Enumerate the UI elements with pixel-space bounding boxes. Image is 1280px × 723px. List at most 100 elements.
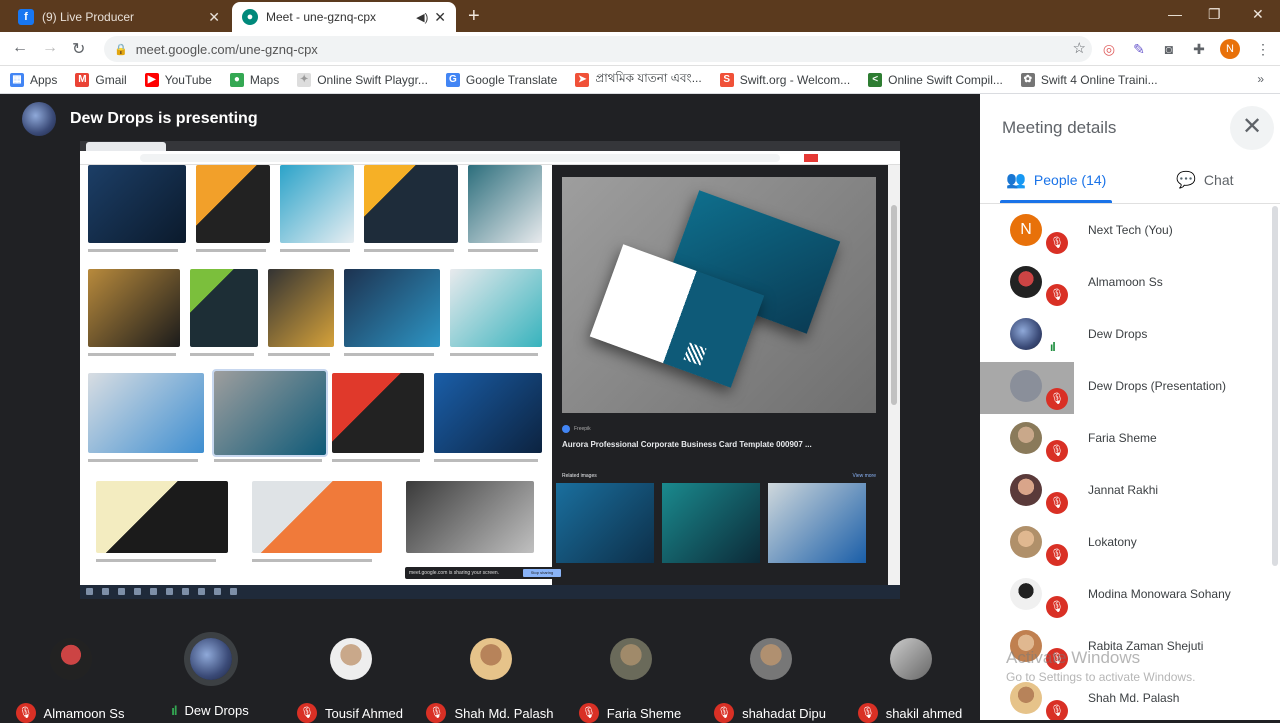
participant-tile[interactable]: 🎙 Tousif Ahmed: [280, 622, 420, 723]
list-item[interactable]: 🎙 Dew Drops (Presentation): [980, 362, 1280, 414]
avatar: [1010, 682, 1042, 714]
participant-tile[interactable]: ıl Dew Drops: [140, 622, 280, 718]
mic-off-icon: 🎙: [1046, 440, 1068, 462]
close-tab-icon[interactable]: ✕: [434, 9, 446, 26]
result-caption: [280, 249, 350, 252]
list-item[interactable]: 🎙 Modina Monowara Sohany: [980, 570, 1280, 622]
shared-screen[interactable]: Freepik Aurora Professional Corporate Bu…: [80, 141, 900, 599]
new-tab-button[interactable]: +: [468, 6, 480, 26]
puzzle-extension-icon[interactable]: ✚: [1190, 40, 1208, 58]
participant-tile[interactable]: 🎙 Almamoon Ss: [0, 622, 140, 723]
speaker-icon[interactable]: ◀): [416, 11, 428, 24]
bookmark-apps[interactable]: ▦ Apps: [10, 72, 57, 87]
minimize-button[interactable]: —: [1168, 6, 1182, 22]
url-text: meet.google.com/une-gznq-cpx: [135, 41, 318, 57]
maximize-button[interactable]: ❐: [1208, 6, 1221, 23]
close-tab-icon[interactable]: ✕: [208, 9, 220, 26]
list-item[interactable]: 🎙 Almamoon Ss: [980, 258, 1280, 310]
taskbar-icon: [198, 588, 205, 595]
avatar: N: [1010, 214, 1042, 246]
url-input[interactable]: 🔒 meet.google.com/une-gznq-cpx ☆: [104, 36, 1092, 62]
forward-icon[interactable]: →: [42, 39, 58, 57]
mic-off-icon: 🎙: [1046, 596, 1068, 618]
reload-icon[interactable]: ↻: [72, 39, 85, 59]
presenter-label: Dew Drops is presenting: [70, 110, 258, 127]
result-caption: [268, 353, 330, 356]
shared-scrollbar: [888, 165, 900, 585]
bookmark-swift-playground[interactable]: ✦ Online Swift Playgr...: [297, 72, 428, 87]
bookmark-youtube[interactable]: ▶ YouTube: [144, 72, 212, 87]
avatar-cell: 🎙: [980, 414, 1074, 466]
list-item[interactable]: 🎙 Lokatony: [980, 518, 1280, 570]
bookmark-bangla[interactable]: ➤ প্রাথমিক যাতনা এবং...: [575, 70, 702, 90]
people-icon: 👥: [1006, 172, 1026, 189]
avatar: [1010, 422, 1042, 454]
list-item[interactable]: 🎙 Jannat Rakhi: [980, 466, 1280, 518]
profile-avatar[interactable]: N: [1220, 39, 1240, 59]
bookmark-gmail[interactable]: M Gmail: [75, 72, 127, 87]
image-preview-pane: Freepik Aurora Professional Corporate Bu…: [552, 165, 888, 585]
close-window-button[interactable]: ✕: [1252, 6, 1264, 23]
participant-name-row: 🎙 Tousif Ahmed: [280, 703, 420, 723]
tab-meet[interactable]: ● Meet - une-gznq-cpx ◀) ✕: [232, 2, 456, 32]
maps-icon: ●: [229, 72, 244, 87]
related-thumbnail: [662, 483, 760, 563]
taskbar-icon: [134, 588, 141, 595]
avatar: [1010, 578, 1042, 610]
avatar: [890, 638, 932, 680]
result-caption: [196, 249, 266, 252]
bookmark-swift-org[interactable]: S Swift.org - Welcom...: [719, 72, 850, 87]
participant-tile[interactable]: 🎙 Faria Sheme: [560, 622, 700, 723]
pen-extension-icon[interactable]: ✎: [1130, 40, 1148, 58]
bookmark-swift-compiler[interactable]: < Online Swift Compil...: [868, 72, 1003, 87]
bookmark-star-icon[interactable]: ☆: [1073, 39, 1086, 57]
bookmark-swift-training[interactable]: ✿ Swift 4 Online Traini...: [1020, 72, 1158, 87]
taskbar-icon: [182, 588, 189, 595]
participant-tile[interactable]: 🎙 shahadat Dipu: [700, 622, 840, 723]
result-caption: [88, 249, 178, 252]
bookmarks-bar: ▦ Apps M Gmail ▶ YouTube ● Maps ✦ Online Swif…: [0, 66, 1280, 94]
bookmark-maps[interactable]: ● Maps: [229, 72, 279, 87]
result-caption: [88, 459, 198, 462]
participant-name: Dew Drops: [184, 703, 249, 718]
result-caption: [332, 459, 420, 462]
back-icon[interactable]: ←: [12, 39, 28, 57]
shared-taskbar: [80, 585, 900, 599]
person-name: Dew Drops: [1088, 327, 1148, 341]
camera-extension-icon[interactable]: ◙: [1160, 40, 1178, 58]
source-line: Freepik: [562, 425, 591, 433]
bookmark-label: YouTube: [164, 72, 212, 87]
result-thumbnail: [88, 269, 180, 347]
bookmark-translate[interactable]: G Google Translate: [445, 72, 557, 87]
panel-scrollbar[interactable]: [1272, 206, 1278, 566]
extension-1-icon[interactable]: ◎: [1100, 40, 1118, 58]
participant-name-row: 🎙 shahadat Dipu: [700, 703, 840, 723]
list-item[interactable]: 🎙 Faria Sheme: [980, 414, 1280, 466]
participant-tile[interactable]: 🎙 Shah Md. Palash: [420, 622, 560, 723]
avatar: [1010, 474, 1042, 506]
close-panel-button[interactable]: ✕: [1230, 106, 1274, 150]
participant-tile[interactable]: 🎙 shakil ahmed: [840, 622, 980, 723]
participant-name-row: ıl Dew Drops: [140, 703, 280, 718]
participant-name: shahadat Dipu: [742, 705, 826, 721]
meeting-details-panel: Meeting details ✕ 👥 People (14) 💬 Chat N 🎙 …: [980, 94, 1280, 720]
tab-live-producer[interactable]: f (9) Live Producer ✕: [8, 2, 230, 32]
list-item[interactable]: ıl Dew Drops: [980, 310, 1280, 362]
related-thumbnail: [556, 483, 654, 563]
kebab-menu-icon[interactable]: ⋮: [1254, 40, 1272, 58]
avatar-cell: ıl: [980, 310, 1074, 362]
person-name: Faria Sheme: [1088, 431, 1157, 445]
mic-off-icon: 🎙: [1046, 492, 1068, 514]
tab-people[interactable]: 👥 People (14): [1006, 170, 1106, 190]
result-thumbnail: [434, 373, 542, 453]
tab-title: (9) Live Producer: [42, 10, 135, 24]
result-thumbnail: [88, 165, 186, 243]
list-item[interactable]: N 🎙 Next Tech (You): [980, 206, 1280, 258]
result-caption: [344, 353, 434, 356]
more-bookmarks-icon[interactable]: »: [1257, 72, 1264, 86]
result-thumbnail[interactable]: [212, 369, 328, 457]
tab-chat[interactable]: 💬 Chat: [1176, 170, 1234, 190]
lock-icon[interactable]: 🔒: [114, 43, 128, 56]
shared-address-bar: [80, 151, 900, 165]
result-caption: [434, 459, 538, 462]
